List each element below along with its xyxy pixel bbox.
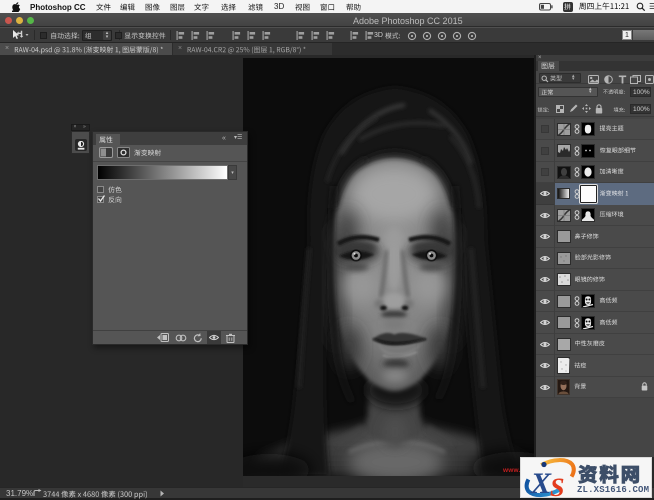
svg-text:S: S xyxy=(550,473,564,498)
svg-text:X: X xyxy=(530,467,552,498)
